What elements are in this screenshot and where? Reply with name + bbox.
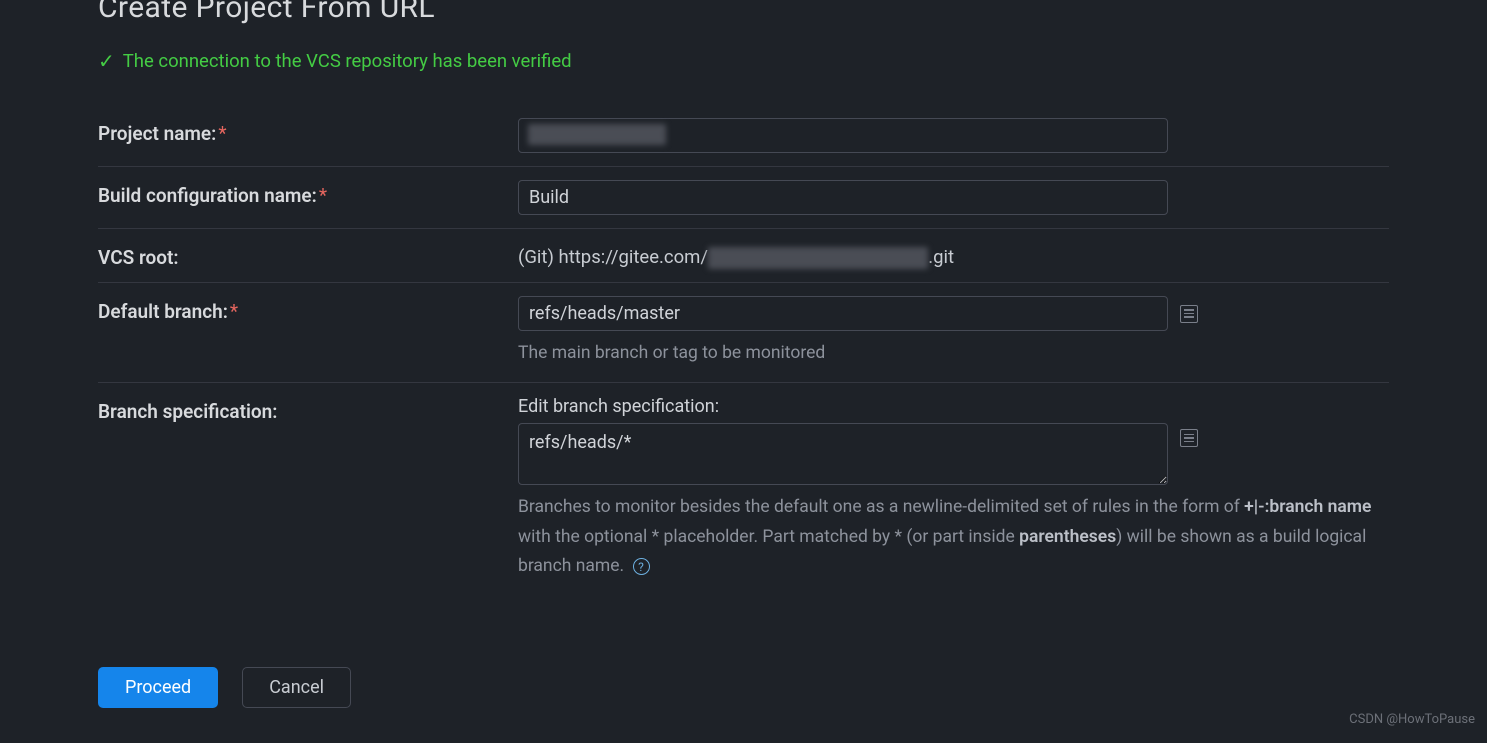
vcs-root-value: (Git) https://gitee.com/xxxxxxxxxxxxxxxx… (518, 242, 1389, 269)
branch-spec-label: Branch specification: (98, 396, 518, 423)
build-config-input[interactable] (518, 180, 1168, 215)
row-vcs-root: VCS root: (Git) https://gitee.com/xxxxxx… (98, 229, 1389, 283)
redacted-text: xxxxx xxxx xxx xx (528, 124, 666, 145)
row-build-config: Build configuration name:* (98, 167, 1389, 229)
list-icon[interactable] (1180, 305, 1198, 323)
checkmark-icon: ✓ (98, 49, 115, 73)
default-branch-label: Default branch:* (98, 296, 518, 323)
help-icon[interactable]: ? (633, 558, 650, 575)
row-branch-spec: Branch specification: Edit branch specif… (98, 383, 1389, 595)
build-config-label: Build configuration name:* (98, 180, 518, 207)
watermark: CSDN @HowToPause (1349, 712, 1475, 727)
branch-spec-help: Branches to monitor besides the default … (518, 493, 1389, 582)
list-icon[interactable] (1180, 429, 1198, 447)
proceed-button[interactable]: Proceed (98, 667, 218, 708)
verification-message: ✓ The connection to the VCS repository h… (98, 49, 1389, 73)
default-branch-input[interactable] (518, 296, 1168, 331)
default-branch-help: The main branch or tag to be monitored (518, 339, 1389, 369)
branch-spec-sublabel: Edit branch specification: (518, 396, 1389, 417)
redacted-text: xxxxxxxxxxxxxxxxxxxxxxxx (708, 247, 928, 269)
row-default-branch: Default branch:* The main branch or tag … (98, 283, 1389, 383)
cancel-button[interactable]: Cancel (242, 667, 351, 708)
vcs-root-label: VCS root: (98, 242, 518, 269)
branch-spec-textarea[interactable] (518, 423, 1168, 485)
button-row: Proceed Cancel (98, 667, 1389, 708)
page-title: Create Project From URL (98, 0, 1389, 25)
project-name-label: Project name:* (98, 118, 518, 145)
verification-text: The connection to the VCS repository has… (123, 50, 572, 72)
row-project-name: Project name:* xxxxx xxxx xxx xx (98, 105, 1389, 167)
